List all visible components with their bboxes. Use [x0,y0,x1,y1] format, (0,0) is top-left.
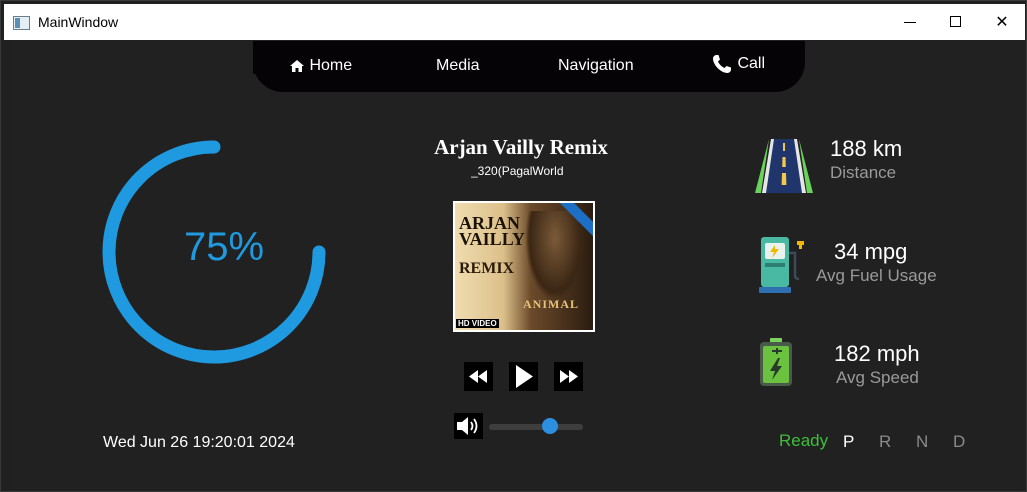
fuel-value: 34 mpg [834,239,908,264]
fast-forward-icon [560,370,578,383]
fuel-label: Avg Fuel Usage [816,266,937,285]
rewind-icon [469,370,487,383]
distance-label: Distance [830,163,897,182]
play-button[interactable] [509,362,538,391]
nav-navigation-label: Navigation [558,57,634,74]
nav-navigation[interactable]: Navigation [558,57,634,75]
close-button[interactable]: ✕ [979,4,1025,40]
top-nav: Home Media Navigation Call [253,41,805,92]
volume-slider[interactable] [489,424,583,430]
play-icon [516,365,533,388]
home-icon [290,59,304,72]
gauge-value: 75% [183,225,265,269]
cover-hd-badge: HD VIDEO [456,319,499,328]
ready-status: Ready [779,431,829,450]
phone-icon [713,55,731,73]
nav-home-label: Home [309,57,353,74]
title-bar: MainWindow ✕ [4,4,1025,40]
minimize-button[interactable] [887,4,933,40]
nav-home[interactable]: Home [289,57,352,75]
maximize-icon [950,16,961,27]
speaker-icon [457,417,478,435]
close-icon: ✕ [995,12,1009,31]
nav-call-label: Call [737,55,766,73]
gear-p[interactable]: P [843,432,854,452]
cover-film-title: ANIMAL [523,297,579,311]
nav-media[interactable]: Media [436,57,480,75]
datetime-label: Wed Jun 26 19:20:01 2024 [103,434,295,451]
gear-d[interactable]: D [953,432,965,452]
maximize-button[interactable] [933,4,979,40]
cover-text-line3: REMIX [459,260,515,277]
cover-figure [525,211,585,301]
nav-call[interactable]: Call [711,53,765,75]
volume-button[interactable] [454,413,483,439]
cover-text-line1: ARJAN VAILLY [459,213,526,249]
battery-icon [760,338,792,386]
app-icon [13,16,30,30]
speed-label: Avg Speed [836,368,919,387]
album-cover: ARJAN VAILLY REMIX ANIMAL HD VIDEO [453,201,595,332]
road-icon [755,139,813,193]
distance-value: 188 km [830,136,903,161]
nav-media-label: Media [436,57,480,74]
minimize-icon [904,22,916,23]
main-window: MainWindow ✕ Home Media Navigation Call … [0,0,1027,492]
speed-value: 182 mph [834,341,920,366]
gear-r[interactable]: R [879,432,891,452]
gear-n[interactable]: N [916,432,928,452]
fast-forward-button[interactable] [554,362,583,391]
window-title: MainWindow [38,14,119,30]
song-subtitle: _320(PagalWorld [471,164,564,178]
rewind-button[interactable] [464,362,493,391]
volume-handle[interactable] [542,418,559,434]
fuel-station-icon [759,237,804,293]
song-title: Arjan Vailly Remix [434,135,608,159]
